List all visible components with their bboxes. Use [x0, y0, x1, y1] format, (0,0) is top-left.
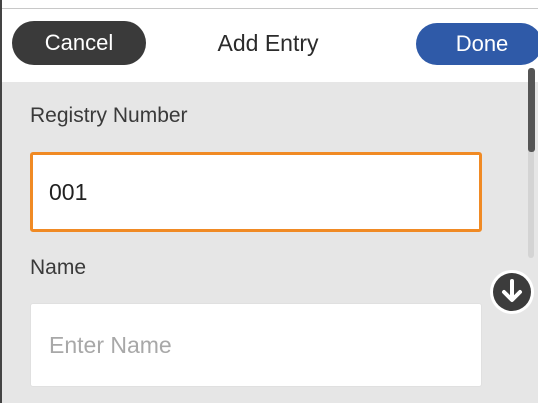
scrollbar-thumb[interactable] — [528, 68, 535, 152]
add-entry-screen: Cancel Add Entry Done Registry Number Na… — [0, 0, 538, 403]
registry-number-label: Registry Number — [30, 104, 188, 127]
name-label: Name — [30, 256, 87, 279]
registry-number-field[interactable] — [30, 152, 482, 232]
header-bar: Cancel Add Entry Done — [2, 0, 538, 82]
scroll-down-button[interactable] — [490, 270, 534, 314]
page-title: Add Entry — [217, 30, 319, 56]
form-area: Registry Number Name — [2, 82, 538, 403]
name-field[interactable] — [30, 303, 482, 387]
done-button[interactable]: Done — [416, 23, 538, 65]
cancel-button[interactable]: Cancel — [12, 21, 146, 65]
arrow-down-circle-icon — [493, 273, 531, 311]
header-divider — [2, 8, 538, 9]
